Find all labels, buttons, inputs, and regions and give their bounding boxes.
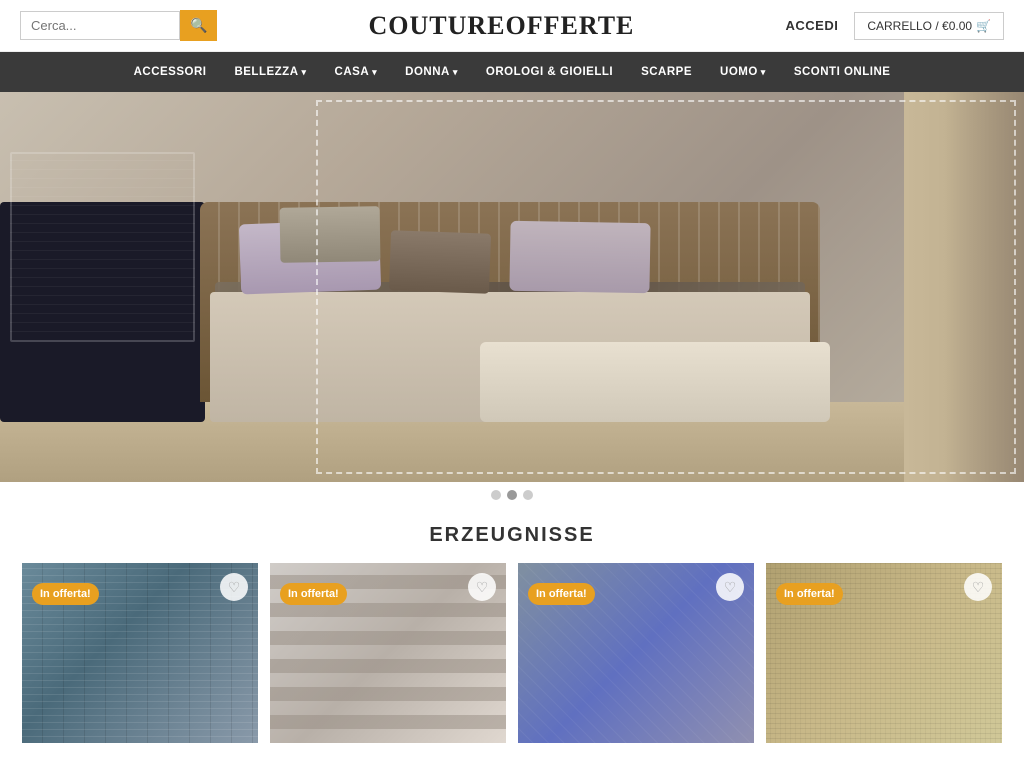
cart-icon: 🛒 (976, 19, 991, 33)
nav-item-casa[interactable]: CASA ▾ (321, 52, 392, 92)
hero-banner (0, 92, 1024, 482)
page-wrapper: 🔍 COUTUREOFFERTE ACCEDI CARRELLO / €0.00… (0, 0, 1024, 763)
search-icon: 🔍 (190, 17, 207, 33)
nav-item-uomo[interactable]: UOMO ▾ (706, 52, 780, 92)
product-image-4: In offerta! ♡ (766, 563, 1002, 743)
dresser-left (0, 202, 205, 422)
carousel-dot-3[interactable] (523, 490, 533, 500)
product-image-3: In offerta! ♡ (518, 563, 754, 743)
pillow-dark-center (389, 230, 491, 293)
product-card-3: In offerta! ♡ (518, 563, 754, 743)
search-button[interactable]: 🔍 (180, 10, 217, 41)
search-form: 🔍 (20, 10, 217, 41)
wishlist-button-4[interactable]: ♡ (964, 573, 992, 601)
badge-offerta-4: In offerta! (776, 583, 843, 605)
product-card-1: In offerta! ♡ (22, 563, 258, 743)
wishlist-button-3[interactable]: ♡ (716, 573, 744, 601)
hero-scene (0, 92, 1024, 482)
badge-offerta-1: In offerta! (32, 583, 99, 605)
carousel-dot-1[interactable] (491, 490, 501, 500)
site-logo[interactable]: COUTUREOFFERTE (369, 11, 635, 41)
chevron-down-icon: ▾ (372, 67, 377, 78)
products-grid: In offerta! ♡ In offerta! ♡ In o (0, 563, 1024, 743)
heart-icon-2: ♡ (476, 579, 489, 596)
main-nav: ACCESSORI BELLEZZA ▾ CASA ▾ DONNA ▾ OROL… (0, 52, 1024, 92)
cart-label: CARRELLO / €0.00 (867, 19, 972, 33)
product-card-2: In offerta! ♡ (270, 563, 506, 743)
chevron-down-icon: ▾ (302, 67, 307, 78)
nav-item-accessori[interactable]: ACCESSORI (120, 52, 221, 92)
nav-item-sconti[interactable]: SCONTI ONLINE (780, 52, 905, 92)
search-input[interactable] (20, 11, 180, 40)
product-image-1: In offerta! ♡ (22, 563, 258, 743)
carousel-dot-2[interactable] (507, 490, 517, 500)
chevron-down-icon: ▾ (453, 67, 458, 78)
product-image-2: In offerta! ♡ (270, 563, 506, 743)
nav-item-donna[interactable]: DONNA ▾ (391, 52, 472, 92)
heart-icon-4: ♡ (972, 579, 985, 596)
badge-offerta-3: In offerta! (528, 583, 595, 605)
pillow-small (280, 206, 381, 263)
product-card-4: In offerta! ♡ (766, 563, 1002, 743)
nav-item-scarpe[interactable]: SCARPE (627, 52, 706, 92)
pillow-large-right (509, 221, 650, 293)
heart-icon-3: ♡ (724, 579, 737, 596)
wishlist-button-2[interactable]: ♡ (468, 573, 496, 601)
header-right: ACCEDI CARRELLO / €0.00 🛒 (785, 12, 1004, 40)
chevron-down-icon: ▾ (761, 67, 766, 78)
badge-offerta-2: In offerta! (280, 583, 347, 605)
wishlist-button-1[interactable]: ♡ (220, 573, 248, 601)
bench (480, 342, 830, 422)
heart-icon-1: ♡ (228, 579, 241, 596)
cart-button[interactable]: CARRELLO / €0.00 🛒 (854, 12, 1004, 40)
accedi-link[interactable]: ACCEDI (785, 18, 838, 33)
products-title: Erzeugnisse (0, 524, 1024, 547)
nav-item-orologi[interactable]: OROLOGI & GIOIELLI (472, 52, 627, 92)
header: 🔍 COUTUREOFFERTE ACCEDI CARRELLO / €0.00… (0, 0, 1024, 52)
curtain (944, 92, 1024, 482)
nav-item-bellezza[interactable]: BELLEZZA ▾ (220, 52, 320, 92)
dresser-detail (10, 152, 195, 342)
carousel-dots (0, 482, 1024, 508)
products-section: Erzeugnisse In offerta! ♡ In offerta! ♡ (0, 508, 1024, 763)
